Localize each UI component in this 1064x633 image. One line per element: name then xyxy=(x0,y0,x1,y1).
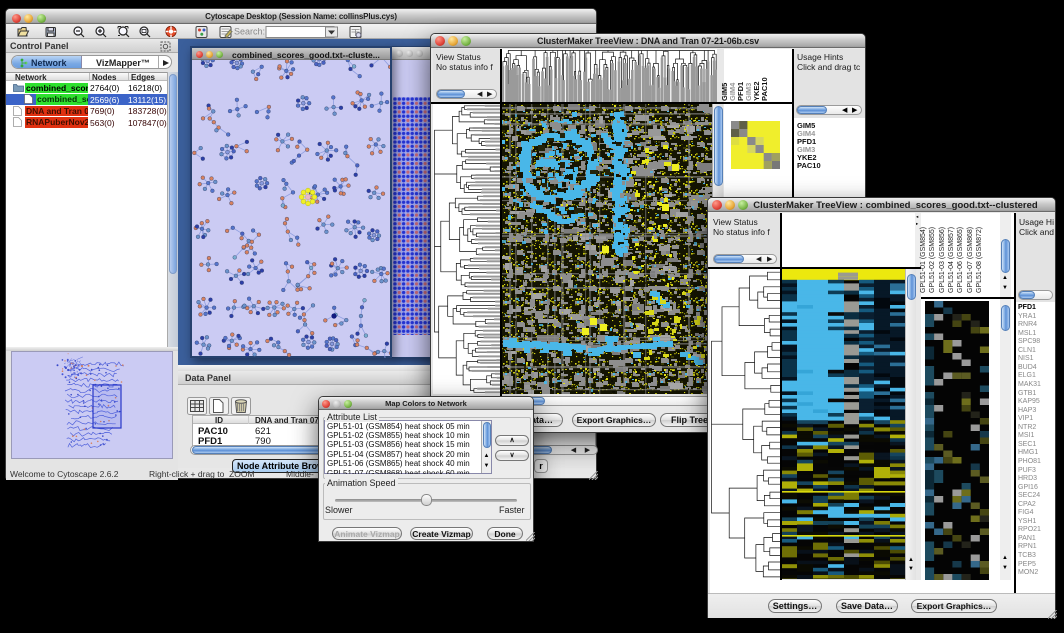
svg-text:Search:: Search: xyxy=(234,27,265,37)
